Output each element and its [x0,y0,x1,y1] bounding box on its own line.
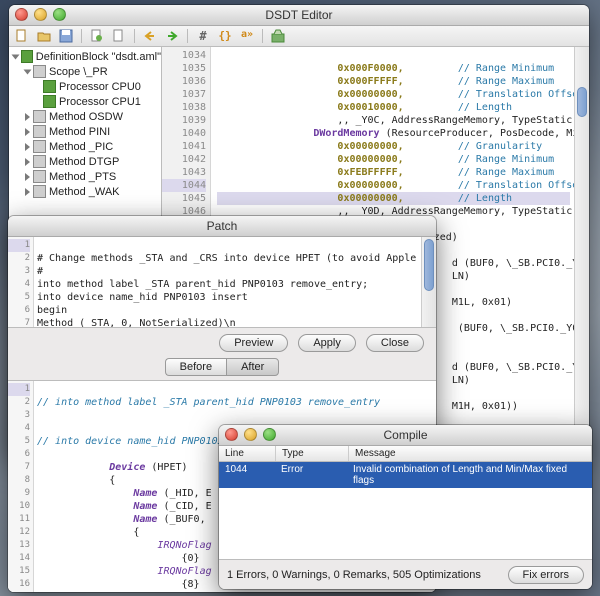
brace-icon[interactable]: {} [218,29,232,43]
scope-icon [33,65,46,78]
table-row[interactable]: 1044 Error Invalid combination of Length… [219,462,592,488]
toolbar: # {} a» [9,26,589,47]
method-icon [33,155,46,168]
close-button[interactable]: Close [366,334,424,352]
compile-table-header: Line Type Message [219,446,592,462]
compile-icon[interactable] [271,29,285,43]
zoom-icon[interactable] [53,8,66,21]
tab-after[interactable]: After [226,358,279,376]
minimize-icon[interactable] [244,428,257,441]
compile-table-body: 1044 Error Invalid combination of Length… [219,462,592,559]
disclosure-icon[interactable] [12,54,20,59]
apply-button[interactable]: Apply [298,334,356,352]
compile-titlebar[interactable]: Compile [219,425,592,446]
tab-before[interactable]: Before [165,358,226,376]
compile-title: Compile [383,428,427,442]
tree-cpu0[interactable]: Processor CPU0 [9,79,161,94]
patch-title: Patch [207,219,238,233]
block-icon [21,50,33,63]
tree-method[interactable]: Method _PTS [9,169,161,184]
tree-cpu1[interactable]: Processor CPU1 [9,94,161,109]
method-icon [33,185,46,198]
tree-method[interactable]: Method _PIC [9,139,161,154]
arrow-icon[interactable]: a» [240,29,254,43]
editor-titlebar[interactable]: DSDT Editor [9,5,589,26]
close-icon[interactable] [225,428,238,441]
editor-title: DSDT Editor [265,8,332,22]
vscrollbar[interactable] [574,47,589,455]
preview-button[interactable]: Preview [219,334,288,352]
tree-method[interactable]: Method _WAK [9,184,161,199]
page-icon[interactable] [112,29,126,43]
vscrollbar[interactable] [421,237,436,327]
undo-icon[interactable] [143,29,157,43]
compile-window: Compile Line Type Message 1044 Error Inv… [219,425,592,589]
zoom-icon[interactable] [263,428,276,441]
method-icon [33,170,46,183]
export-icon[interactable] [90,29,104,43]
tree-scope[interactable]: Scope \_PR [9,64,161,79]
status-bar: 1 Errors, 0 Warnings, 0 Remarks, 505 Opt… [219,559,592,589]
tree-method[interactable]: Method OSDW [9,109,161,124]
method-icon [33,110,46,123]
preview-gutter: 12345678910111213141516 [8,381,34,592]
open-icon[interactable] [37,29,51,43]
close-icon[interactable] [15,8,28,21]
processor-icon [43,95,56,108]
processor-icon [43,80,56,93]
redo-icon[interactable] [165,29,179,43]
minimize-icon[interactable] [34,8,47,21]
status-text: 1 Errors, 0 Warnings, 0 Remarks, 505 Opt… [227,569,481,581]
patch-input[interactable]: 1234567 # Change methods _STA and _CRS i… [8,237,436,328]
method-icon [33,125,46,138]
new-icon[interactable] [15,29,29,43]
tree-method[interactable]: Method DTGP [9,154,161,169]
before-after-tabs: Before After [165,358,280,376]
save-icon[interactable] [59,29,73,43]
patch-gutter: 1234567 [8,237,34,327]
patch-titlebar[interactable]: Patch [8,216,436,237]
method-icon [33,140,46,153]
hash-icon[interactable]: # [196,29,210,43]
fix-errors-button[interactable]: Fix errors [508,566,584,584]
tree-method[interactable]: Method PINI [9,124,161,139]
tree-root[interactable]: DefinitionBlock "dsdt.aml" [9,49,161,64]
disclosure-icon[interactable] [24,69,32,74]
